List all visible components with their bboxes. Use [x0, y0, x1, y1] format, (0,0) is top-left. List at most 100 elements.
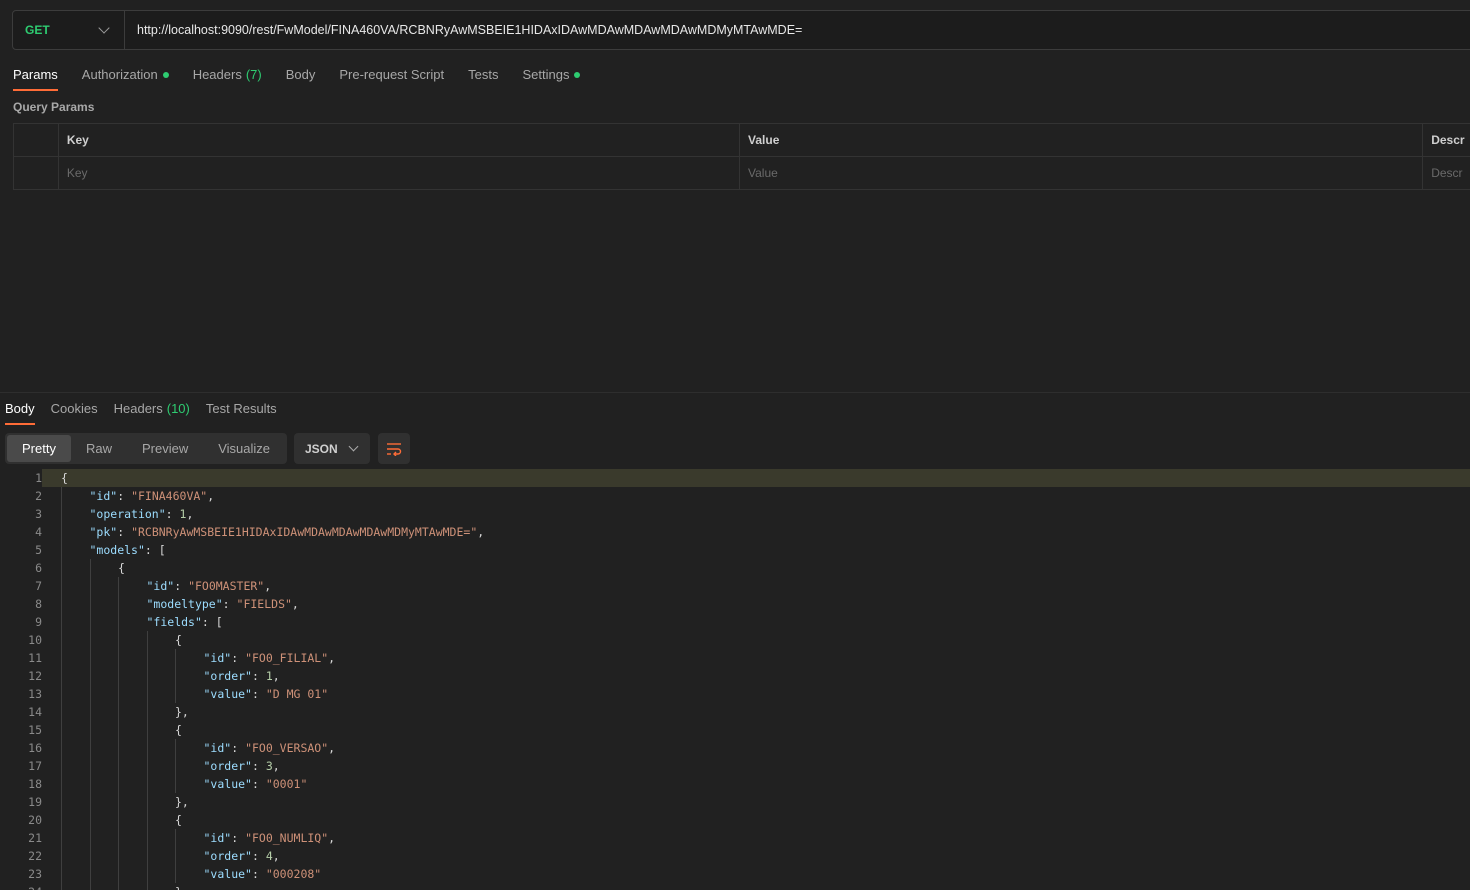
line-number: 1 [35, 471, 42, 485]
code-line: 16 "id": "FO0_VERSAO", [0, 739, 1470, 757]
json-number: 1 [265, 669, 273, 683]
query-params-title: Query Params [13, 100, 95, 114]
json-key: "fields" [146, 615, 202, 629]
query-params-table: Key Value Descr Key Value Descr [13, 123, 1470, 190]
tab-params[interactable]: Params [13, 67, 58, 91]
indent-guide [61, 793, 62, 811]
json-key: "modeltype" [146, 597, 223, 611]
code-tokens: }, [61, 705, 189, 719]
code-tokens: "value": "0001" [61, 777, 308, 791]
line-number: 14 [28, 705, 42, 719]
code-text: "value": "000208" [42, 865, 1470, 883]
line-number: 10 [28, 633, 42, 647]
description-input[interactable]: Descr [1423, 157, 1470, 189]
json-key: "id" [203, 831, 232, 845]
tab-body[interactable]: Body [286, 67, 316, 82]
indent-guide [146, 667, 148, 685]
method-label: GET [25, 23, 50, 37]
view-mode-visualize[interactable]: Visualize [203, 435, 285, 462]
line-number: 20 [28, 813, 42, 827]
json-key: "id" [203, 651, 232, 665]
indent-guide [118, 811, 119, 829]
response-tab-test-results[interactable]: Test Results [206, 401, 277, 416]
code-tokens: "models": [ [61, 543, 166, 557]
status-dot-icon [574, 71, 581, 78]
table-row: Key Value Descr [13, 157, 1470, 190]
indent-guide [146, 649, 148, 667]
json-key: "id" [89, 489, 118, 503]
indent-guide [61, 847, 62, 865]
json-key: "value" [203, 867, 252, 881]
indent-guide [118, 703, 119, 721]
line-number: 21 [28, 831, 42, 845]
code-text: { [42, 469, 1470, 487]
code-line: 15 { [0, 721, 1470, 739]
tab-pre-request-script[interactable]: Pre-request Script [339, 67, 444, 82]
indent-guide [118, 793, 119, 811]
code-text: "fields": [ [42, 613, 1470, 631]
indent-guide [118, 829, 119, 847]
key-input[interactable]: Key [59, 157, 741, 189]
indent-guide [175, 775, 176, 793]
tab-label: Authorization [81, 67, 158, 82]
json-string: "D MG 01" [265, 687, 329, 701]
json-punctuation: : [251, 759, 266, 773]
view-mode-raw[interactable]: Raw [71, 435, 127, 462]
response-tab-cookies[interactable]: Cookies [51, 401, 98, 416]
json-punctuation: , [272, 669, 280, 683]
code-line: 23 "value": "000208" [0, 865, 1470, 883]
indent-guide [118, 577, 119, 595]
indent-guide [146, 757, 148, 775]
indent-guide [146, 703, 148, 721]
code-text: { [42, 631, 1470, 649]
view-mode-pretty[interactable]: Pretty [7, 435, 71, 462]
response-tab-body[interactable]: Body [5, 401, 35, 425]
pane-divider[interactable] [0, 392, 1470, 393]
url-input[interactable]: http://localhost:9090/rest/FwModel/FINA4… [125, 23, 802, 37]
indent-guide [175, 649, 176, 667]
json-punctuation: : [174, 579, 189, 593]
code-tokens: { [61, 561, 125, 575]
tab-tests[interactable]: Tests [468, 67, 498, 82]
tab-settings[interactable]: Settings [522, 67, 581, 82]
tab-headers[interactable]: Headers (7) [193, 67, 262, 82]
wrap-lines-button[interactable] [378, 433, 410, 464]
code-tokens: { [61, 471, 68, 485]
indent-guide [118, 883, 119, 890]
view-mode-preview[interactable]: Preview [127, 435, 203, 462]
response-body-viewer[interactable]: 1{2 "id": "FINA460VA", 3 "operation": 1, 4 "p… [0, 469, 1470, 890]
json-punctuation: , [328, 831, 336, 845]
description-column-header: Descr [1431, 133, 1465, 147]
json-punctuation: { [61, 471, 68, 485]
key-column-header: Key [59, 124, 741, 156]
indent-guide [61, 667, 62, 685]
json-string: "0001" [265, 777, 308, 791]
indent-guide [61, 487, 62, 505]
format-select[interactable]: JSON [294, 433, 370, 464]
code-tokens: "operation": 1, [61, 507, 194, 521]
json-punctuation: , [328, 651, 336, 665]
indent-guide [118, 757, 119, 775]
indent-guide [89, 865, 91, 883]
json-string: "RCBNRyAwMSBEIE1HIDAxIDAwMDAwMDAwMDAwMDM… [131, 525, 478, 539]
indent-guide [61, 883, 62, 890]
json-number: 4 [265, 849, 273, 863]
json-punctuation: , [186, 507, 194, 521]
checkbox-column-header [13, 124, 59, 156]
code-tokens: }, [61, 795, 189, 809]
json-number: 3 [265, 759, 273, 773]
code-tokens: "order": 4, [61, 849, 280, 863]
json-punctuation: , [328, 741, 336, 755]
value-input[interactable]: Value [740, 157, 1424, 189]
code-text: "modeltype": "FIELDS", [42, 595, 1470, 613]
indent-guide [61, 631, 62, 649]
line-number: 24 [0, 883, 42, 890]
json-key: "value" [203, 687, 252, 701]
line-number: 17 [28, 759, 42, 773]
tab-authorization[interactable]: Authorization [82, 67, 169, 82]
format-label: JSON [305, 441, 338, 456]
json-punctuation: } [175, 885, 182, 890]
response-tab-headers[interactable]: Headers (10) [114, 401, 190, 416]
code-text: "id": "FINA460VA", [42, 487, 1470, 505]
method-select[interactable]: GET [13, 11, 125, 49]
